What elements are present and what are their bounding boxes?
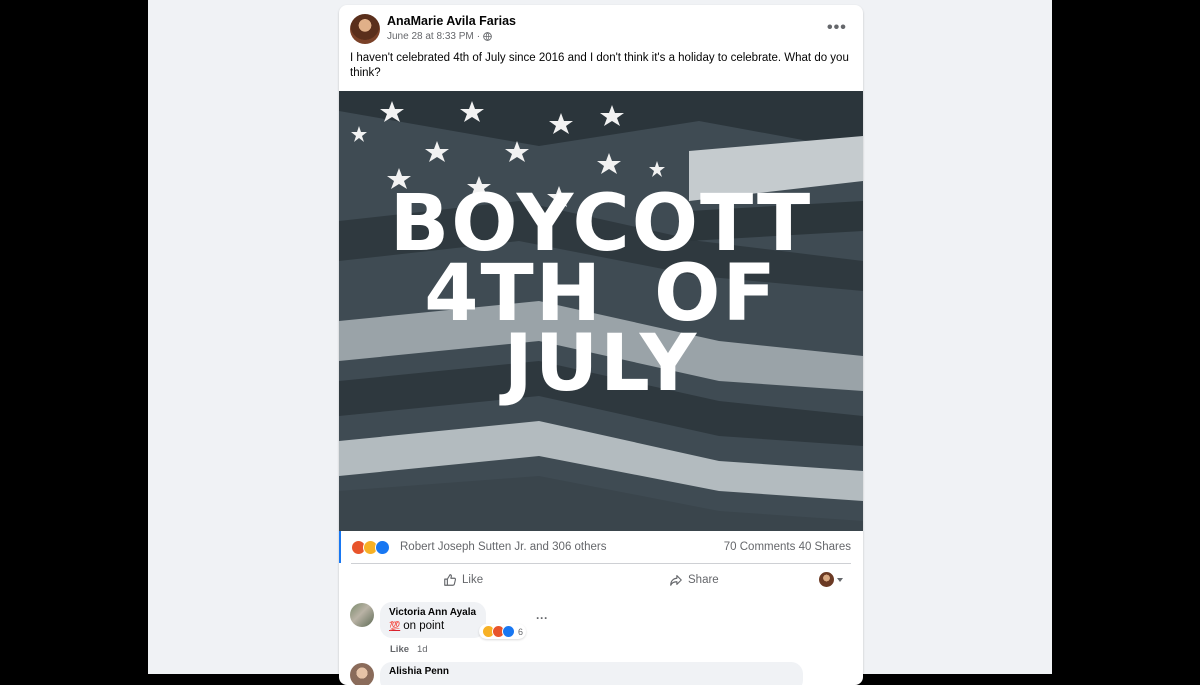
comments-count[interactable]: 70 Comments (724, 541, 796, 553)
focus-indicator (339, 531, 341, 563)
comment-options-icon[interactable]: ··· (536, 611, 548, 625)
comments-shares: 70 Comments 40 Shares (724, 541, 851, 553)
post-actions: Like Share (339, 567, 863, 593)
commenter-avatar[interactable] (350, 603, 374, 627)
post-image[interactable]: BOYCOTT 4TH OF JULY (339, 91, 863, 531)
comment-actions: Like 1d (390, 644, 428, 655)
comment-reactions[interactable]: 6 (479, 624, 527, 639)
reaction-stats: Robert Joseph Sutten Jr. and 306 others … (339, 531, 863, 563)
like-button[interactable]: Like (443, 573, 483, 587)
comment-reaction-count: 6 (518, 626, 524, 637)
shares-count[interactable]: 40 Shares (799, 541, 851, 553)
audience-selector[interactable] (819, 572, 843, 587)
share-label: Share (688, 574, 719, 586)
post-text: I haven't celebrated 4th of July since 2… (350, 52, 849, 79)
divider (351, 563, 851, 564)
comment-body: on point (403, 620, 445, 632)
author-avatar[interactable] (350, 14, 380, 44)
post-meta: June 28 at 8:33 PM · (387, 31, 492, 42)
chevron-down-icon (837, 577, 843, 582)
post-timestamp[interactable]: June 28 at 8:33 PM (387, 31, 474, 42)
commenter-avatar[interactable] (350, 663, 374, 685)
thumbs-up-icon (444, 574, 457, 586)
commenter-name[interactable]: Victoria Ann Ayala (389, 607, 476, 618)
post-card: AnaMarie Avila Farias June 28 at 8:33 PM… (339, 5, 863, 685)
hundred-emoji-icon: 💯 (389, 621, 401, 631)
share-icon (670, 575, 682, 586)
reaction-icons[interactable] (351, 540, 390, 555)
comment-text: 💯 on point (389, 620, 476, 632)
comment-age[interactable]: 1d (417, 644, 428, 655)
like-label: Like (462, 574, 484, 586)
comment-bubble: Victoria Ann Ayala 💯 on point (380, 602, 487, 638)
more-options-icon[interactable]: ••• (827, 19, 847, 37)
image-text-line-3: JULY (503, 319, 699, 409)
globe-icon (483, 32, 492, 41)
like-icon (375, 540, 390, 555)
user-avatar (819, 572, 834, 587)
comment-like-link[interactable]: Like (390, 644, 409, 655)
reaction-names[interactable]: Robert Joseph Sutten Jr. and 306 others (400, 541, 607, 553)
commenter-name[interactable]: Alishia Penn (389, 666, 794, 677)
image-overlay-text: BOYCOTT 4TH OF JULY (339, 185, 863, 409)
meta-separator: · (476, 31, 481, 42)
author-name[interactable]: AnaMarie Avila Farias (387, 14, 516, 28)
share-button[interactable]: Share (669, 573, 719, 587)
like-icon (502, 625, 515, 638)
